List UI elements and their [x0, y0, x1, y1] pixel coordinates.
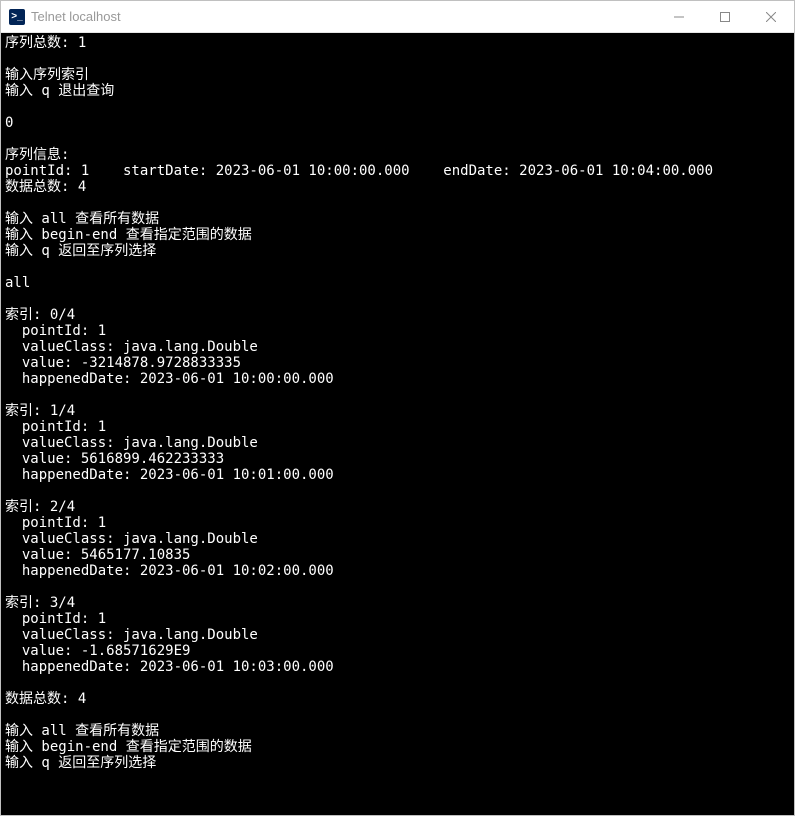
icon-glyph: >_: [11, 11, 22, 22]
terminal-line: [5, 131, 790, 147]
terminal-line: valueClass: java.lang.Double: [5, 339, 790, 355]
terminal-line: 输入 all 查看所有数据: [5, 723, 790, 739]
terminal-line: 数据总数: 4: [5, 179, 790, 195]
terminal-line: happenedDate: 2023-06-01 10:01:00.000: [5, 467, 790, 483]
terminal-line: [5, 51, 790, 67]
terminal-line: 数据总数: 4: [5, 691, 790, 707]
terminal-line: happenedDate: 2023-06-01 10:02:00.000: [5, 563, 790, 579]
terminal-line: happenedDate: 2023-06-01 10:03:00.000: [5, 659, 790, 675]
terminal-line: [5, 99, 790, 115]
maximize-button[interactable]: [702, 1, 748, 32]
terminal-line: [5, 291, 790, 307]
maximize-icon: [720, 12, 730, 22]
minimize-button[interactable]: [656, 1, 702, 32]
terminal-line: [5, 195, 790, 211]
terminal-line: pointId: 1: [5, 515, 790, 531]
terminal-line: pointId: 1: [5, 419, 790, 435]
terminal-line: 输入 q 退出查询: [5, 83, 790, 99]
terminal-line: 索引: 0/4: [5, 307, 790, 323]
terminal-line: valueClass: java.lang.Double: [5, 531, 790, 547]
terminal-line: 0: [5, 115, 790, 131]
terminal-line: [5, 387, 790, 403]
terminal-line: all: [5, 275, 790, 291]
terminal-line: pointId: 1: [5, 611, 790, 627]
terminal-line: value: -3214878.9728833335: [5, 355, 790, 371]
window-controls: [656, 1, 794, 32]
minimize-icon: [674, 12, 684, 22]
terminal-line: value: 5465177.10835: [5, 547, 790, 563]
terminal-line: value: 5616899.462233333: [5, 451, 790, 467]
titlebar[interactable]: >_ Telnet localhost: [1, 1, 794, 33]
terminal-line: [5, 675, 790, 691]
terminal-line: value: -1.68571629E9: [5, 643, 790, 659]
terminal-line: [5, 579, 790, 595]
terminal-line: valueClass: java.lang.Double: [5, 627, 790, 643]
terminal-area[interactable]: 序列总数: 1 输入序列索引输入 q 退出查询 0 序列信息:pointId: 1 s…: [1, 33, 794, 815]
window-title: Telnet localhost: [31, 9, 121, 24]
terminal-line: 输入 all 查看所有数据: [5, 211, 790, 227]
telnet-window: >_ Telnet localhost 序列总数: 1 输入序列索引输入 q 退出…: [0, 0, 795, 816]
terminal-line: 索引: 3/4: [5, 595, 790, 611]
powershell-icon: >_: [9, 9, 25, 25]
terminal-line: valueClass: java.lang.Double: [5, 435, 790, 451]
close-icon: [766, 12, 776, 22]
terminal-line: 序列总数: 1: [5, 35, 790, 51]
terminal-line: [5, 483, 790, 499]
terminal-line: 索引: 2/4: [5, 499, 790, 515]
terminal-line: [5, 771, 790, 787]
terminal-line: happenedDate: 2023-06-01 10:00:00.000: [5, 371, 790, 387]
terminal-line: 输入 q 返回至序列选择: [5, 755, 790, 771]
terminal-line: 序列信息:: [5, 147, 790, 163]
terminal-line: pointId: 1: [5, 323, 790, 339]
close-button[interactable]: [748, 1, 794, 32]
terminal-line: 输入序列索引: [5, 67, 790, 83]
title-left: >_ Telnet localhost: [9, 9, 121, 25]
terminal-line: 索引: 1/4: [5, 403, 790, 419]
terminal-line: pointId: 1 startDate: 2023-06-01 10:00:0…: [5, 163, 790, 179]
terminal-line: [5, 259, 790, 275]
terminal-line: [5, 707, 790, 723]
terminal-line: 输入 begin-end 查看指定范围的数据: [5, 739, 790, 755]
terminal-line: 输入 q 返回至序列选择: [5, 243, 790, 259]
terminal-line: 输入 begin-end 查看指定范围的数据: [5, 227, 790, 243]
